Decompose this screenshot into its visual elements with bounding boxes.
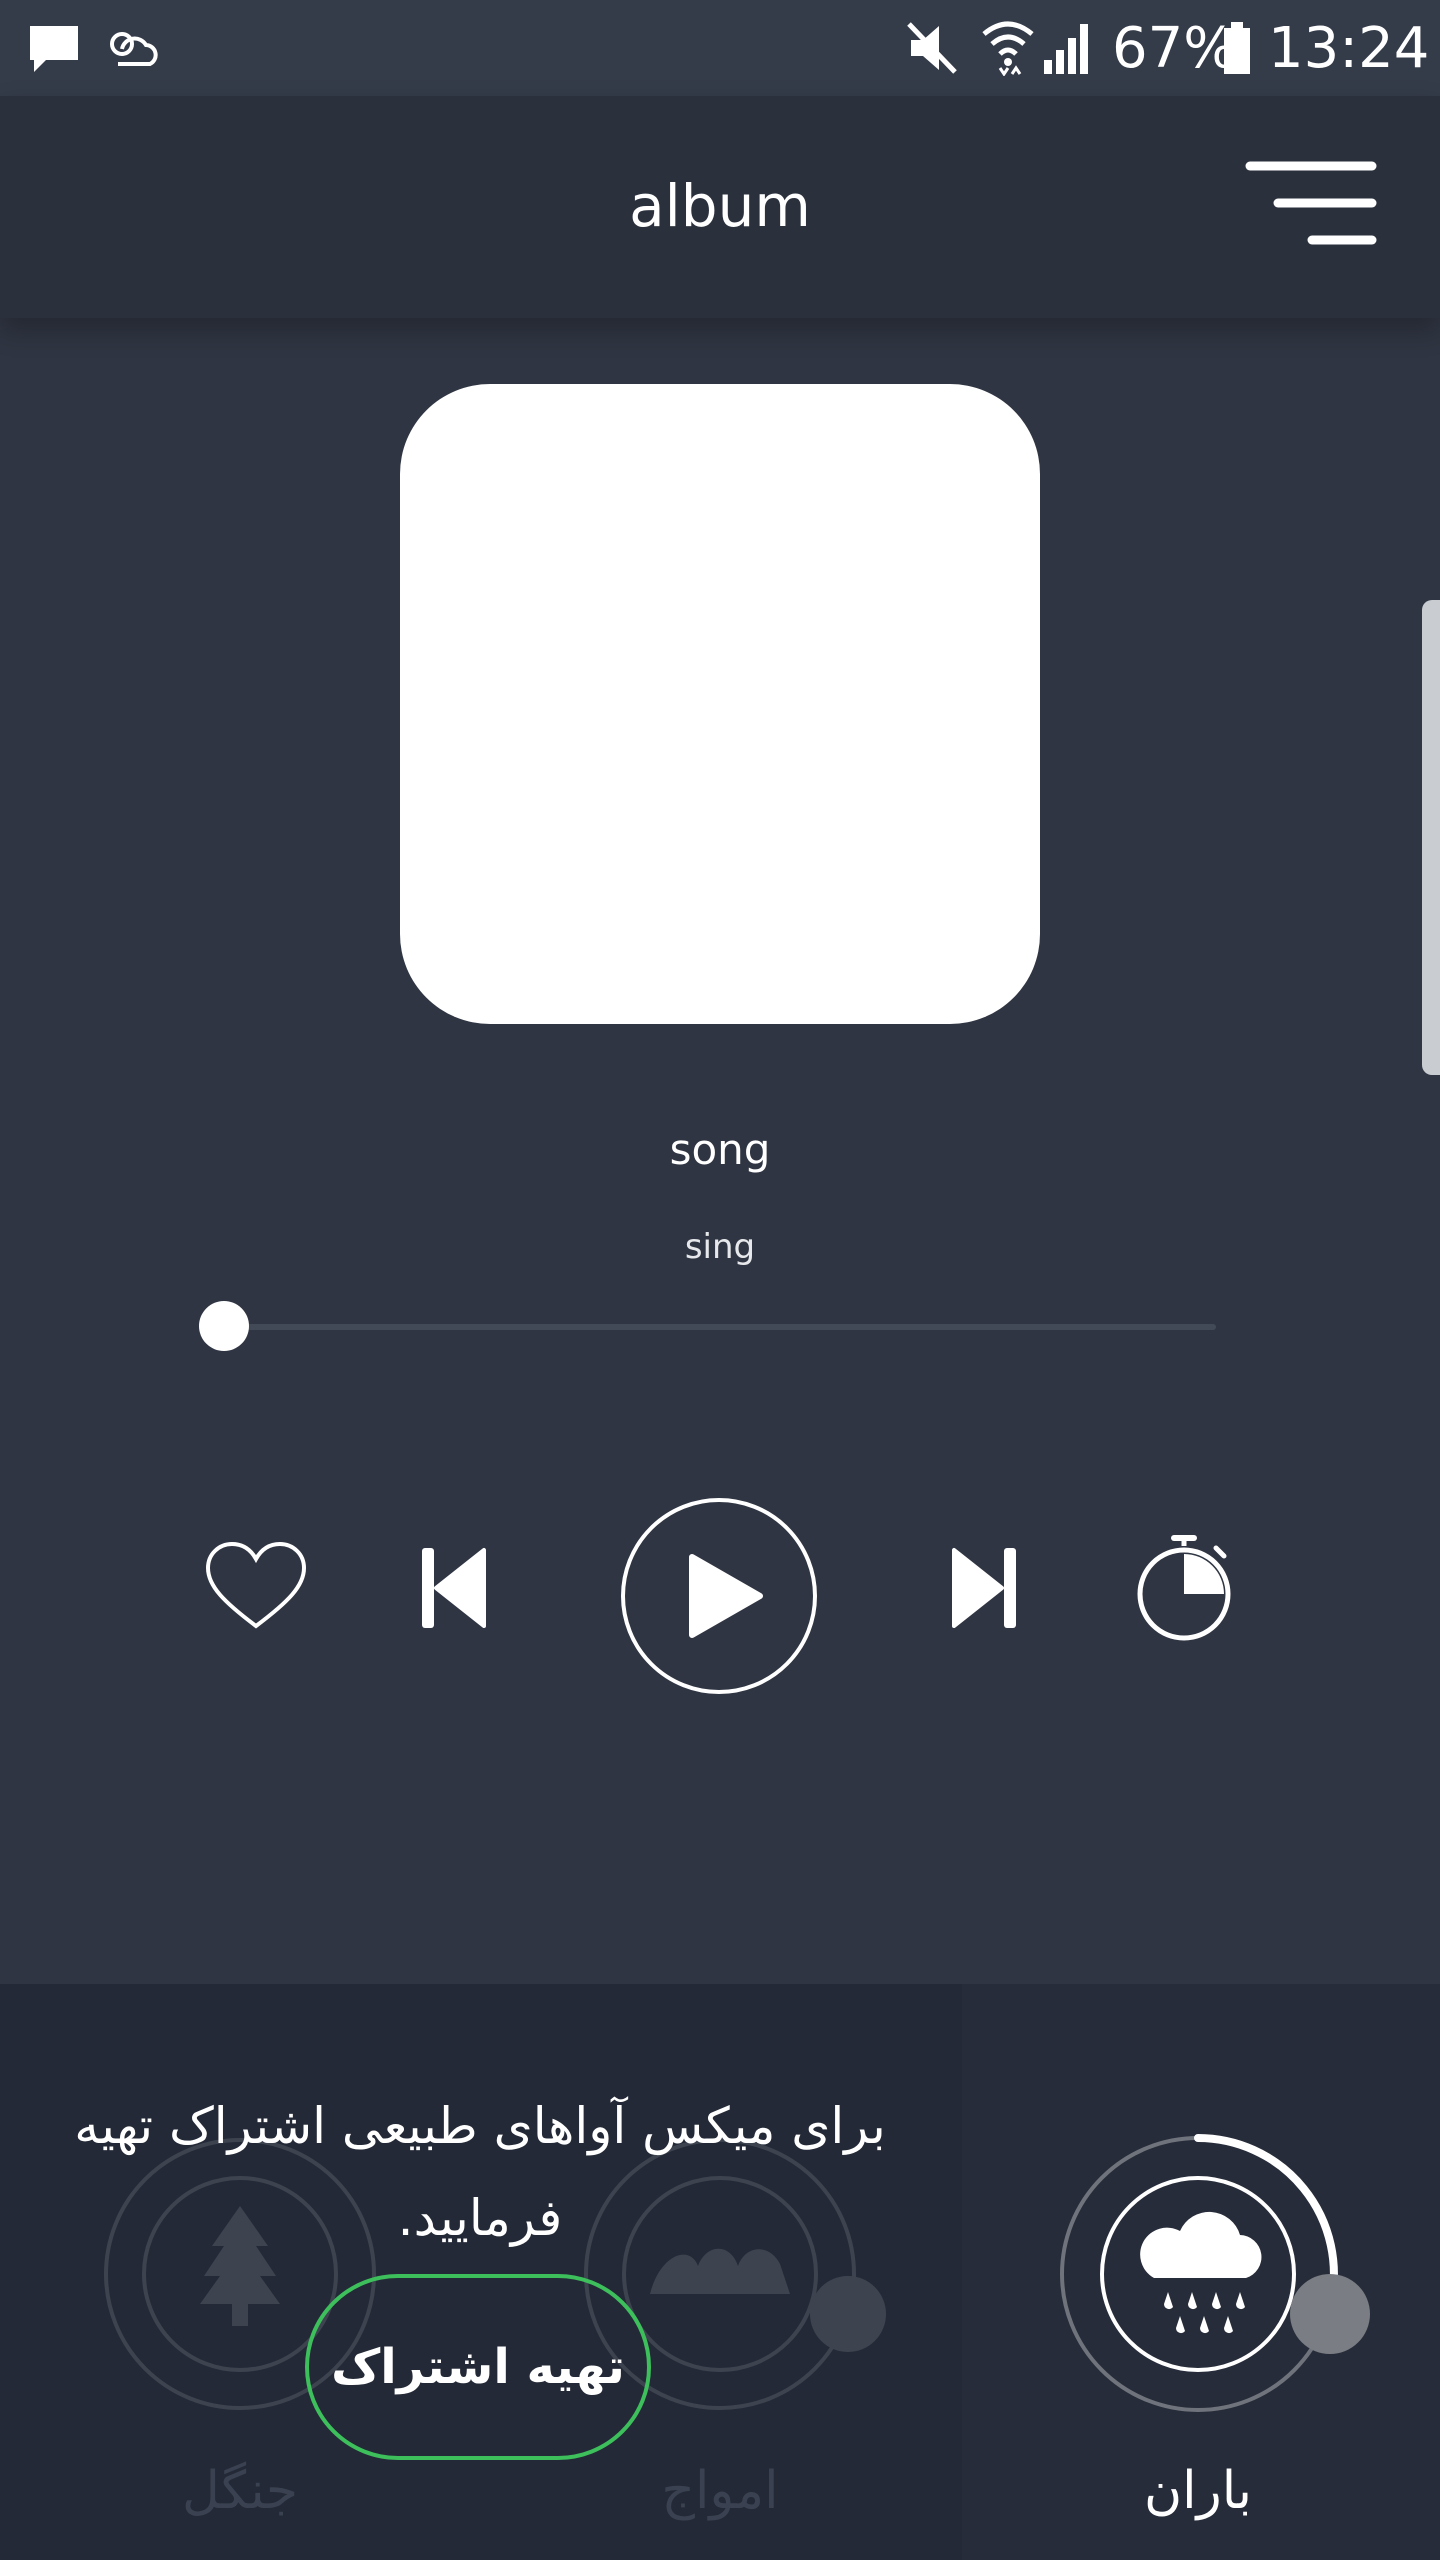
menu-button[interactable]: [1244, 158, 1378, 248]
message-icon: [26, 20, 82, 80]
previous-button[interactable]: [418, 1546, 488, 1630]
status-bar: 67% 13:24: [0, 0, 1440, 96]
rain-volume-knob: [1290, 2274, 1370, 2354]
wifi-icon: [980, 16, 1036, 80]
mute-icon: [905, 18, 961, 82]
weather-icon: [98, 20, 160, 80]
subscription-promo-text: برای میکس آواهای طبیعی اشتراک تهیه فرمای…: [74, 2097, 886, 2247]
side-drawer-handle[interactable]: [1422, 600, 1440, 1075]
clock: 13:24: [1268, 16, 1430, 81]
rain-cloud-icon: [1140, 2211, 1262, 2333]
seek-bar[interactable]: [224, 1324, 1216, 1330]
next-icon: [952, 1548, 1016, 1628]
sound-rain-label: باران: [1143, 2461, 1253, 2521]
menu-icon: [1245, 161, 1377, 245]
subscribe-button[interactable]: تهیه اشتراک: [305, 2274, 651, 2460]
favorite-button[interactable]: [204, 1540, 308, 1632]
battery-icon: [1222, 22, 1252, 78]
song-artist: sing: [684, 1227, 756, 1267]
previous-icon: [422, 1548, 486, 1628]
sound-forest-label: جنگل: [182, 2461, 298, 2521]
album-cover: [400, 384, 1040, 1024]
app-header: album: [0, 96, 1440, 318]
play-icon: [621, 1498, 817, 1694]
battery-percentage: 67%: [1112, 16, 1237, 81]
page-title: album: [629, 172, 811, 240]
seek-bar-thumb[interactable]: [199, 1301, 249, 1351]
sound-waves-label: امواج: [661, 2461, 779, 2521]
signal-icon: [1040, 16, 1096, 80]
sound-rain-dial[interactable]: [1058, 2128, 1378, 2420]
song-title: song: [669, 1125, 771, 1174]
timer-icon: [1137, 1535, 1231, 1641]
next-button[interactable]: [950, 1546, 1020, 1630]
play-button[interactable]: [620, 1497, 818, 1695]
favorite-icon: [205, 1541, 307, 1629]
sleep-timer-button[interactable]: [1132, 1532, 1236, 1642]
